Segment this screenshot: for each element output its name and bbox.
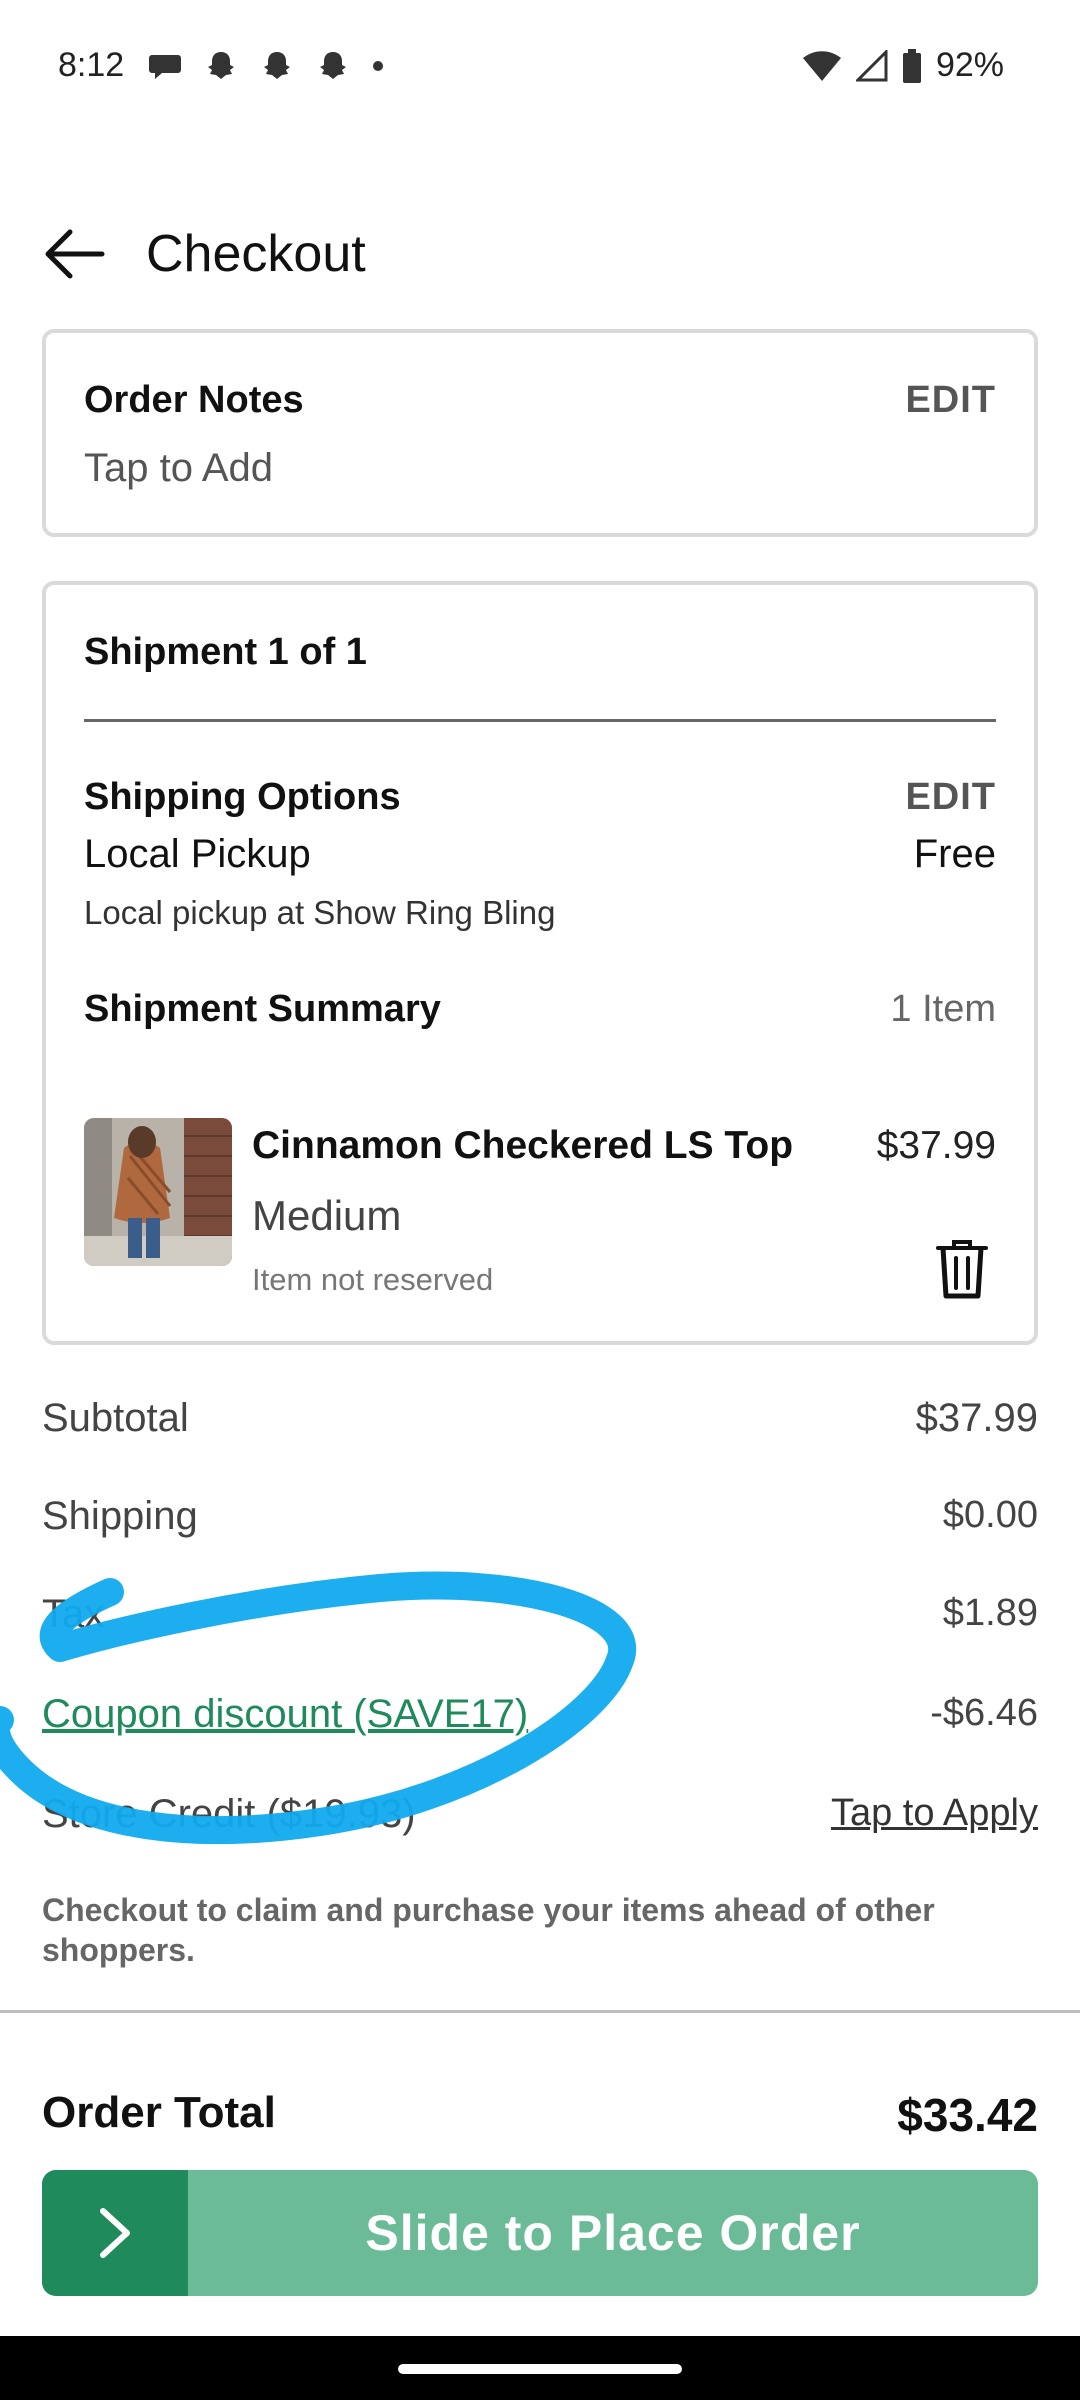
item-name: Cinnamon Checkered LS Top [252,1124,794,1167]
slider-label: Slide to Place Order [365,2205,861,2261]
back-arrow-icon[interactable] [40,224,110,284]
product-thumbnail[interactable] [84,1118,232,1266]
battery-icon [902,48,921,83]
status-right: 92% [802,46,1004,85]
home-gesture-pill[interactable] [398,2364,682,2374]
chevron-right-icon [100,2208,130,2258]
shipment-divider [84,719,996,722]
snapchat-icon [208,52,234,79]
order-notes-card[interactable] [42,329,1038,537]
slider-handle[interactable] [42,2170,188,2296]
item-price: $37.99 [876,1124,996,1167]
subtotal-value: $37.99 [915,1396,1038,1440]
subtotal-label: Subtotal [42,1396,189,1440]
message-icon [149,55,181,79]
dot-icon [373,61,383,71]
slide-to-place-order[interactable]: Slide to Place Order [42,2170,1038,2296]
snapchat-icon [320,52,346,79]
order-total-value: $33.42 [897,2089,1038,2141]
cellular-signal-icon [855,49,888,81]
status-time: 8:12 [58,46,125,84]
shipping-options-label: Shipping Options [84,776,401,818]
shipping-method-detail: Local pickup at Show Ring Bling [84,894,556,931]
item-reservation-status: Item not reserved [252,1262,494,1297]
order-notes-edit-button[interactable]: EDIT [905,379,996,422]
shipping-value: $0.00 [942,1494,1038,1536]
annotation-scribble [0,1571,637,1844]
item-variant: Medium [252,1192,402,1239]
store-credit-apply-link[interactable]: Tap to Apply [831,1792,1038,1835]
wifi-icon [802,50,841,81]
snapchat-icon [264,52,290,79]
shipping-label: Shipping [42,1494,198,1538]
shipping-options-edit-button[interactable]: EDIT [905,776,996,819]
trash-icon[interactable] [934,1238,990,1300]
coupon-discount-value: -$6.46 [930,1692,1038,1734]
order-total-label: Order Total [42,2088,276,2137]
page-title: Checkout [146,225,366,283]
shipping-method: Local Pickup [84,832,311,876]
checkout-notice: Checkout to claim and purchase your item… [42,1892,935,1968]
shipment-item-count: 1 Item [890,988,996,1030]
tax-value: $1.89 [942,1592,1038,1634]
shipment-summary-label: Shipment Summary [84,988,441,1030]
notification-icons [148,50,384,82]
shipping-method-price: Free [913,832,996,876]
order-notes-placeholder[interactable]: Tap to Add [84,446,273,491]
shipment-title: Shipment 1 of 1 [84,631,367,673]
battery-percent: 92% [935,46,1004,84]
bottom-divider [0,2010,1080,2013]
order-notes-title: Order Notes [84,379,304,421]
